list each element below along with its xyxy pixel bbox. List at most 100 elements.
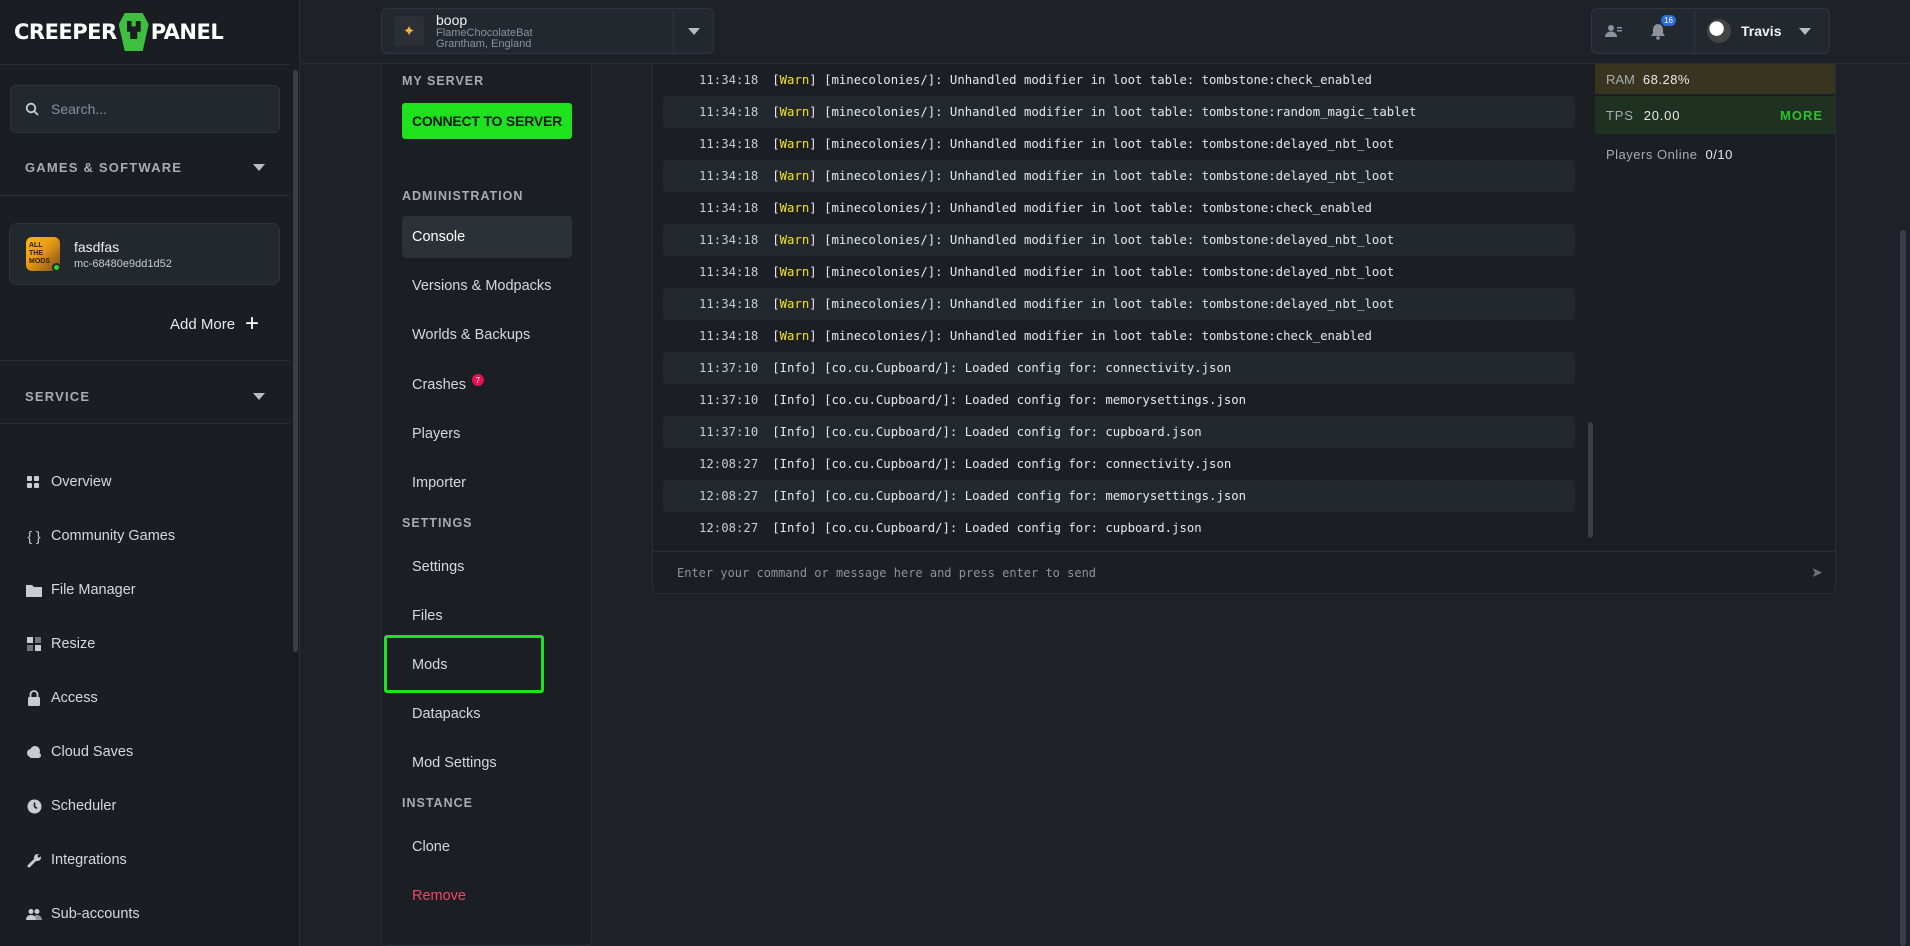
- log-level-close: ]: [809, 265, 825, 279]
- subnav-versions-modpacks[interactable]: Versions & Modpacks: [402, 265, 572, 307]
- user-menu[interactable]: Travis: [1694, 9, 1812, 53]
- log-level: Info: [779, 361, 810, 375]
- server-selector[interactable]: ✦ boop FlameChocolateBat Grantham, Engla…: [381, 8, 714, 54]
- log-level-close: ]: [809, 169, 825, 183]
- subnav-worlds-backups[interactable]: Worlds & Backups: [402, 314, 572, 356]
- subnav-label: Datapacks: [412, 706, 481, 722]
- command-input[interactable]: [677, 560, 1777, 586]
- nav-access[interactable]: Access: [0, 671, 290, 725]
- add-more-button[interactable]: Add More +: [170, 310, 260, 337]
- my-server-heading: MY SERVER: [402, 74, 485, 88]
- log-level-close: ]: [809, 329, 825, 343]
- top-bar: ✦ boop FlameChocolateBat Grantham, Engla…: [301, 0, 1910, 64]
- cloud-icon: [25, 743, 43, 761]
- console-line: 11:37:10 [Info] [co.cu.Cupboard/]: Loaded…: [663, 352, 1575, 384]
- subnav-label: Files: [412, 608, 443, 624]
- log-level: Info: [779, 521, 810, 535]
- server-id: mc-68480e9dd1d52: [74, 257, 172, 270]
- log-message: [co.cu.Cupboard/]: Loaded config for: me…: [824, 489, 1247, 503]
- log-timestamp: 11:34:18: [699, 233, 759, 247]
- subnav-clone[interactable]: Clone: [402, 826, 572, 868]
- log-timestamp: 11:37:10: [699, 361, 759, 375]
- log-level-close: ]: [809, 361, 825, 375]
- subnav-label: Crashes: [412, 377, 466, 393]
- service-section-toggle[interactable]: SERVICE: [25, 389, 265, 404]
- log-level-close: ]: [809, 233, 825, 247]
- grid-icon: [25, 473, 43, 491]
- log-level-open: [: [772, 169, 780, 183]
- nav-overview[interactable]: Overview: [0, 455, 290, 509]
- log-level-open: [: [772, 329, 780, 343]
- search-input[interactable]: [51, 101, 271, 117]
- wrench-icon: [25, 851, 43, 869]
- log-level: Warn: [779, 233, 810, 247]
- log-timestamp: 11:34:18: [699, 105, 759, 119]
- subnav-mods[interactable]: Mods: [402, 644, 572, 686]
- nav-integrations[interactable]: Integrations: [0, 833, 290, 887]
- search-box[interactable]: [10, 85, 280, 133]
- settings-heading: SETTINGS: [402, 516, 473, 530]
- clock-icon: [25, 797, 43, 815]
- log-message: [minecolonies/]: Unhandled modifier in l…: [824, 233, 1395, 247]
- divider: [0, 360, 290, 361]
- subnav-settings[interactable]: Settings: [402, 546, 572, 588]
- log-timestamp: 12:08:27: [699, 489, 759, 503]
- subnav-label: Settings: [412, 559, 465, 575]
- log-timestamp: 11:34:18: [699, 297, 759, 311]
- log-level-close: ]: [809, 137, 825, 151]
- nav-community-games[interactable]: { } Community Games: [0, 509, 290, 563]
- games-section-toggle[interactable]: GAMES & SOFTWARE: [25, 160, 265, 175]
- log-timestamp: 11:34:18: [699, 265, 759, 279]
- subnav-mod-settings[interactable]: Mod Settings: [402, 742, 572, 784]
- nav-scheduler[interactable]: Scheduler: [0, 779, 290, 833]
- server-selector-dropdown[interactable]: [673, 9, 713, 53]
- subnav-players[interactable]: Players: [402, 413, 572, 455]
- nav-label: Cloud Saves: [51, 744, 134, 760]
- friends-button[interactable]: [1592, 9, 1636, 53]
- subnav-crashes[interactable]: Crashes 7: [402, 364, 572, 406]
- log-timestamp: 11:34:18: [699, 169, 759, 183]
- subnav-console[interactable]: Console: [402, 216, 572, 258]
- page-scrollbar[interactable]: [1900, 230, 1906, 946]
- nav-file-manager[interactable]: File Manager: [0, 563, 290, 617]
- main-sidebar: CREEPER PANEL GAMES & SOFTWARE ALL THE M…: [0, 0, 300, 946]
- crash-count-badge: 7: [472, 374, 484, 386]
- tps-value: 20.00: [1643, 107, 1681, 123]
- notifications-button[interactable]: 16: [1636, 9, 1680, 53]
- service-section-label: SERVICE: [25, 389, 91, 404]
- log-level: Warn: [779, 201, 810, 215]
- send-icon[interactable]: ➤: [1811, 564, 1823, 581]
- tps-label: TPS: [1606, 107, 1634, 123]
- log-level-close: ]: [809, 425, 825, 439]
- divider: [0, 195, 290, 196]
- online-status-dot: [52, 263, 60, 271]
- log-message: [minecolonies/]: Unhandled modifier in l…: [824, 105, 1417, 119]
- ram-stat: RAM 68.28%: [1595, 64, 1835, 94]
- server-selector-location: Grantham, England: [436, 38, 532, 50]
- log-message: [minecolonies/]: Unhandled modifier in l…: [824, 201, 1372, 215]
- ram-value: 68.28%: [1642, 71, 1690, 87]
- tps-stat: TPS 20.00 MORE: [1595, 96, 1835, 134]
- plus-icon: +: [245, 310, 260, 337]
- nav-sub-accounts[interactable]: Sub-accounts: [0, 887, 290, 941]
- console-line: 12:08:27 [Info] [co.cu.Cupboard/]: Loaded…: [663, 480, 1575, 512]
- log-timestamp: 11:34:18: [699, 201, 759, 215]
- more-stats-button[interactable]: MORE: [1780, 108, 1823, 123]
- log-message: [co.cu.Cupboard/]: Loaded config for: cu…: [824, 425, 1202, 439]
- log-timestamp: 11:34:18: [699, 137, 759, 151]
- sidebar-scrollbar[interactable]: [293, 70, 298, 652]
- log-level-open: [: [772, 489, 780, 503]
- log-level-close: ]: [809, 73, 825, 87]
- creeperpanel-logo[interactable]: CREEPER PANEL: [14, 10, 224, 54]
- ram-label: RAM: [1606, 71, 1635, 87]
- nav-resize[interactable]: Resize: [0, 617, 290, 671]
- console-scrollbar[interactable]: [1588, 422, 1593, 538]
- subnav-files[interactable]: Files: [402, 595, 572, 637]
- subnav-remove[interactable]: Remove: [402, 875, 572, 917]
- connect-to-server-button[interactable]: CONNECT TO SERVER: [402, 103, 572, 139]
- subnav-datapacks[interactable]: Datapacks: [402, 693, 572, 735]
- nav-cloud-saves[interactable]: Cloud Saves: [0, 725, 290, 779]
- server-card[interactable]: ALL THE MODS fasdfas mc-68480e9dd1d52: [9, 223, 280, 285]
- subnav-importer[interactable]: Importer: [402, 462, 572, 504]
- console-line: 11:34:18 [Warn] [minecolonies/]: Unhandle…: [663, 192, 1575, 224]
